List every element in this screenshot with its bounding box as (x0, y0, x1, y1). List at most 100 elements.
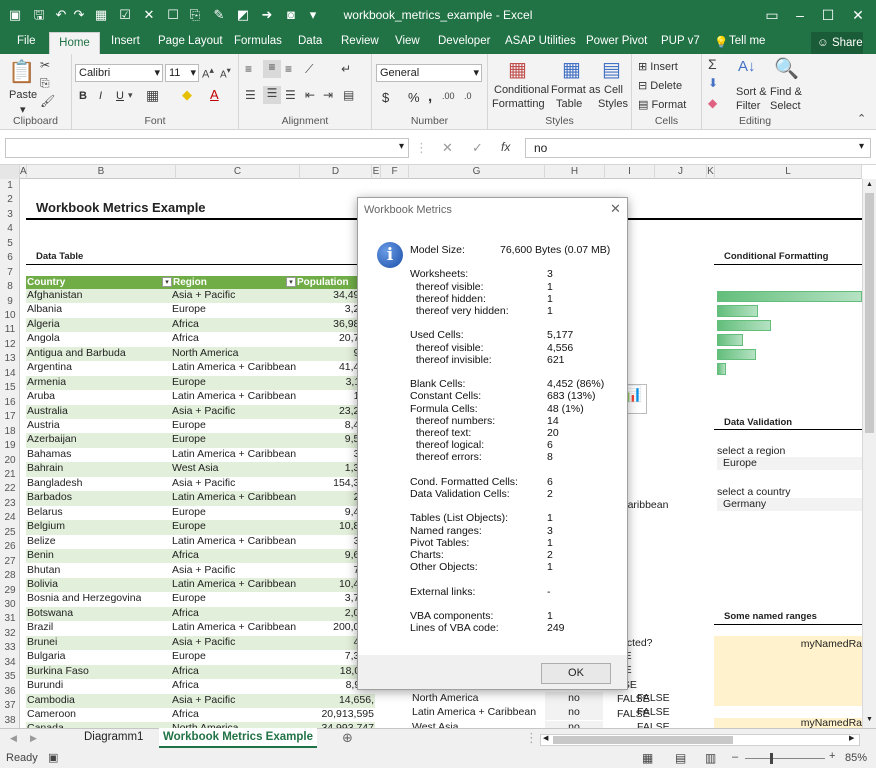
row-header[interactable]: 37 (0, 699, 20, 713)
row-header[interactable]: 14 (0, 367, 20, 381)
region-cell[interactable]: West Asia (412, 721, 459, 728)
table-cell-region[interactable]: Europe (172, 520, 206, 534)
boolean-cell[interactable]: FALSE (637, 721, 670, 728)
column-header[interactable]: I (605, 165, 655, 179)
clear-formats-icon[interactable]: ◆ (708, 96, 717, 110)
zoom-slider-thumb[interactable] (770, 753, 773, 764)
zoom-in-icon[interactable]: + (829, 750, 835, 762)
row-header[interactable]: 11 (0, 323, 20, 337)
table-cell-country[interactable]: Angola (27, 332, 60, 346)
row-header[interactable]: 24 (0, 511, 20, 525)
row-header[interactable]: 36 (0, 685, 20, 699)
row-header[interactable]: 18 (0, 425, 20, 439)
tab-home[interactable]: Home (49, 32, 100, 54)
tab-insert[interactable]: Insert (111, 35, 140, 47)
cut-icon[interactable]: ✂ (40, 58, 50, 72)
cell-styles-label1[interactable]: Cell (604, 84, 623, 96)
filter-dropdown-icon[interactable]: ▾ (286, 277, 296, 287)
h-scroll-thumb[interactable] (553, 736, 733, 744)
insert-function-button[interactable]: fx (501, 140, 510, 154)
column-header[interactable]: D (300, 165, 372, 179)
format-as-table-icon[interactable]: ▦ (562, 57, 581, 82)
font-size-select[interactable]: 11 ▾ (165, 64, 199, 82)
table-cell-region[interactable]: Europe (172, 419, 206, 433)
table-cell-region[interactable]: Latin America + Caribbean (172, 361, 296, 375)
select-all-corner[interactable] (0, 165, 20, 179)
table-cell-country[interactable]: Bosnia and Herzegovina (27, 592, 141, 606)
table-cell-region[interactable]: Asia + Pacific (172, 289, 235, 303)
table-cell-country[interactable]: Bahamas (27, 448, 71, 462)
fill-color-icon[interactable]: ◆ (182, 87, 192, 103)
table-cell-country[interactable]: Bulgaria (27, 650, 66, 664)
row-header[interactable]: 26 (0, 540, 20, 554)
table-cell-country[interactable]: Antigua and Barbuda (27, 347, 126, 361)
table-cell-region[interactable]: Asia + Pacific (172, 405, 235, 419)
table-cell-region[interactable]: Asia + Pacific (172, 564, 235, 578)
currency-button[interactable]: $ (382, 90, 389, 105)
table-cell-region[interactable]: Asia + Pacific (172, 477, 235, 491)
tab-file[interactable]: File (17, 35, 36, 47)
table-cell-country[interactable]: Algeria (27, 318, 60, 332)
close-icon[interactable]: ✕ (843, 4, 873, 26)
normal-view-icon[interactable]: ▦ (642, 751, 653, 765)
table-cell-country[interactable]: Botswana (27, 607, 73, 621)
table-cell-region[interactable]: Latin America + Caribbean (172, 491, 296, 505)
find-select-label2[interactable]: Select (770, 100, 801, 112)
maximize-icon[interactable]: ☐ (813, 4, 843, 26)
table-cell-region[interactable]: Europe (172, 650, 206, 664)
row-header[interactable]: 38 (0, 714, 20, 728)
comma-button[interactable]: , (428, 88, 432, 105)
align-left-icon[interactable]: ☰ (245, 88, 256, 102)
table-cell-region[interactable]: Latin America + Caribbean (172, 535, 296, 549)
table-cell-region[interactable]: Latin America + Caribbean (172, 578, 296, 592)
table-cell-country[interactable]: Bolivia (27, 578, 58, 592)
tab-power-pivot[interactable]: Power Pivot (586, 35, 647, 47)
find-select-label1[interactable]: Find & (770, 86, 802, 98)
tab-asap-utilities[interactable]: ASAP Utilities (505, 35, 576, 47)
table-cell-region[interactable]: Africa (172, 607, 199, 621)
page-break-view-icon[interactable]: ▥ (705, 751, 716, 765)
table-cell-country[interactable]: Bhutan (27, 564, 60, 578)
font-color-icon[interactable]: A (210, 87, 219, 102)
table-cell-country[interactable]: Armenia (27, 376, 66, 390)
row-header[interactable]: 10 (0, 309, 20, 323)
table-cell-country[interactable]: Bangladesh (27, 477, 82, 491)
cell-styles-icon[interactable]: ▤ (602, 57, 621, 82)
table-cell-region[interactable]: Asia + Pacific (172, 636, 235, 650)
enter-icon[interactable]: ✓ (472, 140, 483, 156)
zoom-out-icon[interactable]: – (732, 751, 738, 763)
wrap-text-icon[interactable]: ↵ (341, 62, 351, 76)
column-header[interactable]: B (27, 165, 176, 179)
ribbon-display-icon[interactable]: ▭ (757, 4, 787, 26)
borders-icon[interactable]: ▦ (146, 87, 159, 104)
conditional-formatting-icon[interactable]: ▦ (508, 57, 527, 82)
row-header[interactable]: 34 (0, 656, 20, 670)
next-sheet-icon[interactable]: ▶ (30, 733, 37, 744)
align-right-icon[interactable]: ☰ (285, 88, 296, 102)
selected-cell[interactable]: no (545, 692, 603, 706)
paste-icon[interactable]: 📋 (8, 59, 35, 87)
country-dropdown[interactable]: Germany (717, 498, 862, 511)
underline-button[interactable]: U (116, 90, 124, 102)
boolean-cell[interactable]: FALSE (637, 692, 670, 706)
row-header[interactable]: 27 (0, 555, 20, 569)
table-cell-region[interactable]: North America (172, 347, 239, 361)
table-cell-region[interactable]: Europe (172, 376, 206, 390)
region-cell[interactable]: Latin America + Caribbean (412, 706, 536, 720)
row-header[interactable]: 20 (0, 454, 20, 468)
decrease-decimal-icon[interactable]: .0 (464, 91, 472, 101)
row-header[interactable]: 16 (0, 396, 20, 410)
table-cell-region[interactable]: Europe (172, 592, 206, 606)
macro-recorder-icon[interactable]: ▣ (48, 751, 58, 764)
zoom-slider[interactable] (745, 758, 825, 759)
row-header[interactable]: 7 (0, 266, 20, 280)
format-cells-button[interactable]: ▤ Format (638, 98, 686, 111)
increase-decimal-icon[interactable]: .00 (442, 91, 455, 101)
table-cell-region[interactable]: Africa (172, 665, 199, 679)
number-format-select[interactable]: General ▾ (376, 64, 482, 82)
scroll-thumb[interactable] (865, 193, 874, 433)
column-header[interactable]: H (545, 165, 605, 179)
tab-pup[interactable]: PUP v7 (661, 35, 700, 47)
align-center-icon[interactable]: ☰ (263, 86, 281, 104)
row-header[interactable]: 9 (0, 295, 20, 309)
